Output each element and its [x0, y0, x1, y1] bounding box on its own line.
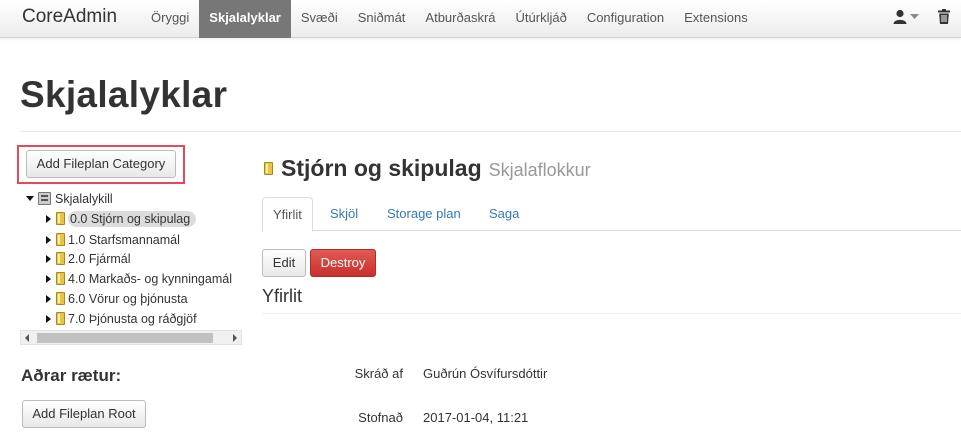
tree-item[interactable]: 7.0 Þjónusta og ráðgjöf	[46, 309, 197, 328]
tab-yfirlit[interactable]: Yfirlit	[262, 197, 313, 232]
folder-icon	[264, 162, 273, 175]
nav-item-atburdaskra[interactable]: Atburðaskrá	[415, 0, 505, 38]
expand-toggle-icon[interactable]	[46, 254, 51, 263]
destroy-button[interactable]: Destroy	[310, 249, 376, 277]
expand-toggle-icon[interactable]	[46, 235, 51, 244]
add-fileplan-root-button[interactable]: Add Fileplan Root	[22, 400, 146, 428]
page-title: Skjalalyklar	[20, 74, 228, 115]
tree-item-label[interactable]: 0.0 Stjórn og skipulag	[68, 210, 197, 227]
caret-down-icon	[910, 14, 919, 19]
scroll-left-icon[interactable]	[25, 334, 29, 342]
nav-item-oryggi[interactable]: Öryggi	[141, 0, 199, 38]
expand-toggle-icon[interactable]	[46, 214, 51, 223]
other-roots-heading: Aðrar rætur:	[21, 366, 122, 385]
scroll-right-icon[interactable]	[233, 334, 237, 342]
top-navbar: CoreAdmin Öryggi Skjalalyklar Svæði Snið…	[0, 0, 961, 38]
folder-icon	[56, 233, 65, 246]
nav-item-svaedi[interactable]: Svæði	[291, 0, 348, 38]
category-heading: Stjórn og skipulag Skjalaflokkur	[264, 155, 591, 182]
main-nav: Öryggi Skjalalyklar Svæði Sniðmát Atburð…	[141, 0, 758, 38]
tree-item-label[interactable]: 6.0 Vörur og þjónusta	[68, 292, 188, 306]
tree-item-label[interactable]: 1.0 Starfsmannamál	[68, 233, 180, 247]
user-menu[interactable]	[893, 9, 919, 25]
folder-icon	[56, 272, 65, 285]
folder-icon	[56, 212, 65, 225]
tree-item[interactable]: 1.0 Starfsmannamál	[46, 230, 180, 249]
tree-item[interactable]: 4.0 Markaðs- og kynningamál	[46, 269, 232, 288]
section-title: Yfirlit	[262, 286, 302, 306]
folder-icon	[56, 312, 65, 325]
tree-item[interactable]: 0.0 Stjórn og skipulag	[46, 209, 197, 228]
tab-storage-plan[interactable]: Storage plan	[377, 197, 471, 231]
section-divider	[262, 313, 961, 314]
expand-toggle-icon[interactable]	[46, 314, 51, 323]
nav-item-snidmat[interactable]: Sniðmát	[348, 0, 416, 38]
tree-root[interactable]: Skjalalykill	[26, 189, 113, 208]
folder-icon	[56, 252, 65, 265]
field-term: Skráð af	[354, 366, 403, 381]
tree-item-label[interactable]: 7.0 Þjónusta og ráðgjöf	[68, 312, 197, 326]
tree-horizontal-scrollbar[interactable]	[20, 330, 242, 345]
trash-icon[interactable]	[938, 9, 950, 24]
nav-item-skjalalyklar[interactable]: Skjalalyklar	[199, 0, 291, 38]
field-term: Stofnað	[358, 410, 403, 425]
fileplan-tree: Skjalalykill 0.0 Stjórn og skipulag 1.0 …	[20, 186, 242, 346]
cabinet-icon	[38, 192, 51, 205]
brand[interactable]: CoreAdmin	[22, 6, 117, 28]
tree-root-label[interactable]: Skjalalykill	[55, 192, 113, 206]
tree-item-label[interactable]: 4.0 Markaðs- og kynningamál	[68, 272, 232, 286]
detail-tabs: Yfirlit Skjöl Storage plan Saga	[262, 197, 961, 232]
scrollbar-thumb[interactable]	[37, 333, 213, 343]
field-value: 2017-01-04, 11:21	[423, 410, 529, 425]
collapse-toggle-icon[interactable]	[26, 196, 34, 201]
edit-button[interactable]: Edit	[262, 249, 306, 277]
folder-icon	[56, 292, 65, 305]
tree-item[interactable]: 6.0 Vörur og þjónusta	[46, 289, 188, 308]
expand-toggle-icon[interactable]	[46, 274, 51, 283]
tab-skjol[interactable]: Skjöl	[320, 197, 368, 231]
tab-saga[interactable]: Saga	[479, 197, 529, 231]
field-value: Guðrún Ósvífursdóttir	[423, 366, 548, 381]
user-icon	[893, 9, 907, 24]
category-subtitle: Skjalaflokkur	[488, 160, 591, 180]
add-fileplan-category-button[interactable]: Add Fileplan Category	[26, 150, 176, 178]
tree-item-label[interactable]: 2.0 Fjármál	[68, 252, 131, 266]
tree-item[interactable]: 2.0 Fjármál	[46, 249, 131, 268]
category-title: Stjórn og skipulag	[281, 155, 482, 181]
title-divider	[20, 131, 961, 132]
nav-item-configuration[interactable]: Configuration	[577, 0, 674, 38]
nav-item-uturkljad[interactable]: Útúrkljáð	[506, 0, 577, 38]
expand-toggle-icon[interactable]	[46, 294, 51, 303]
nav-item-extensions[interactable]: Extensions	[674, 0, 758, 38]
